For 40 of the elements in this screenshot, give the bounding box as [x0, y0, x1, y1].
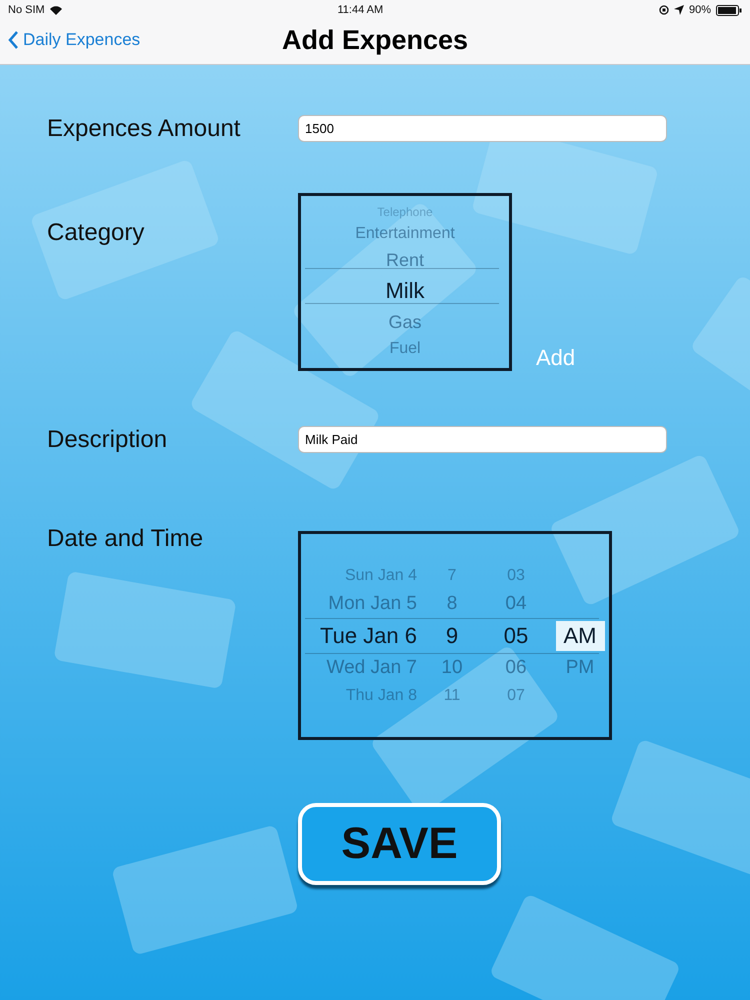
date-time-picker[interactable]: Sun Jan 4 Mon Jan 5 Tue Jan 6 Wed Jan 7 Thu Jan 8 7 8 9 10 11 03 04 05 06 07 AM PM: [298, 531, 612, 740]
field-label: Date and Time: [47, 525, 204, 553]
picker-option[interactable]: 11: [444, 686, 460, 704]
battery-icon: [716, 4, 742, 16]
picker-option[interactable]: Mon Jan 5: [328, 592, 417, 614]
amount-field[interactable]: 1500: [298, 115, 667, 142]
field-label: Expences Amount: [47, 115, 242, 143]
picker-option[interactable]: 06: [505, 656, 527, 678]
picker-option[interactable]: Wed Jan 7: [326, 656, 417, 678]
picker-option[interactable]: PM: [566, 656, 594, 678]
location-arrow-icon: [674, 5, 684, 15]
carrier-label: No SIM: [8, 4, 45, 16]
picker-option[interactable]: Milk: [385, 278, 425, 304]
picker-option[interactable]: 04: [505, 592, 527, 614]
battery-percentage: 90%: [688, 4, 711, 16]
field-label: Category: [47, 219, 146, 247]
picker-option[interactable]: Rent: [386, 250, 424, 270]
clock-time: 11:44 AM: [337, 4, 384, 16]
field-label: Description: [47, 426, 168, 454]
picker-option[interactable]: Gas: [388, 312, 422, 332]
picker-option[interactable]: 7: [448, 566, 456, 584]
picker-option[interactable]: 10: [441, 656, 463, 678]
picker-option[interactable]: AM: [556, 620, 604, 650]
chevron-left-icon: [8, 30, 19, 50]
picker-option[interactable]: 8: [446, 592, 458, 614]
picker-option[interactable]: Sun Jan 4: [344, 566, 417, 584]
picker-option[interactable]: Entertainment: [355, 225, 455, 243]
picker-option[interactable]: 03: [507, 566, 525, 584]
picker-option[interactable]: 9: [446, 622, 458, 648]
picker-option[interactable]: 05: [504, 622, 528, 648]
add-button[interactable]: Add: [536, 345, 576, 371]
screen-title: Add Expences: [282, 24, 468, 56]
description-field[interactable]: Milk Paid: [298, 426, 667, 453]
save-button[interactable]: SAVE: [298, 803, 501, 885]
picker-option[interactable]: Thu Jan 8: [346, 686, 417, 704]
rotation-lock-icon: [658, 5, 669, 15]
picker-option[interactable]: Fuel: [389, 340, 421, 358]
picker-option[interactable]: Tue Jan 6: [320, 622, 417, 648]
picker-option[interactable]: 07: [507, 686, 525, 704]
wifi-icon: [50, 6, 62, 14]
